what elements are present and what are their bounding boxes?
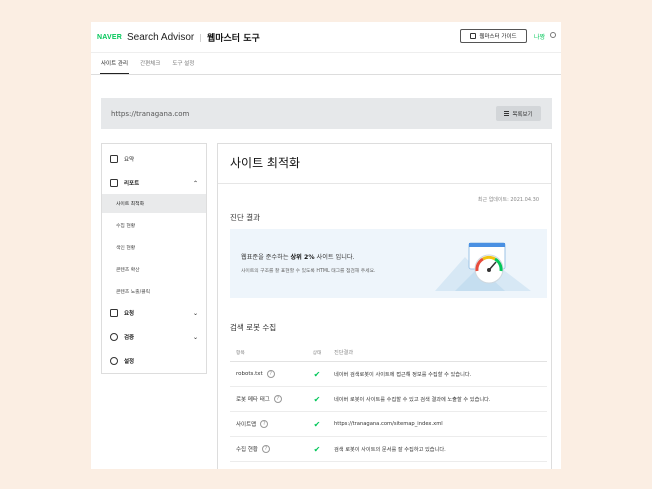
user-menu[interactable]: 나짱 (534, 32, 545, 41)
table-row: 사이트맵? ✔ https://tranagana.com/sitemap_in… (230, 412, 547, 437)
table-row: 수집 현황? ✔ 검색 로봇이 사이트의 문서를 잘 수집하고 있습니다. (230, 437, 547, 462)
sidebar-item-summary[interactable]: 요약 (102, 150, 206, 168)
row-status: ✔ (303, 420, 331, 429)
table-row: 로봇 메타 태그? ✔ 네이버 로봇이 사이트를 수집할 수 있고 검색 결과에… (230, 387, 547, 412)
help-icon[interactable]: ? (262, 445, 270, 453)
report-chart-icon (110, 179, 118, 187)
top-header: NAVER Search Advisor | 웹마스터 도구 웹마스터 가이드 … (91, 22, 561, 52)
checkmark-icon: ✔ (313, 419, 321, 429)
robot-crawl-table: 항목 상태 진단결과 robots.txt? ✔ 네이버 검색로봇이 사이트에 … (230, 344, 547, 462)
row-result: 네이버 검색로봇이 사이트에 접근해 정보를 수집할 수 있습니다. (334, 371, 472, 378)
sidebar-item-label: 요약 (124, 157, 135, 163)
item-label: 로봇 메타 태그 (236, 397, 270, 403)
result-suffix: 사이트 입니다. (314, 254, 355, 261)
sidebar-item-label: 설정 (124, 359, 135, 365)
row-status: ✔ (303, 370, 331, 379)
table-row: robots.txt? ✔ 네이버 검색로봇이 사이트에 접근해 정보를 수집할… (230, 362, 547, 387)
checkmark-icon: ✔ (313, 369, 321, 379)
checkmark-icon: ✔ (313, 444, 321, 454)
chevron-up-icon: ⌃ (192, 179, 198, 187)
checkmark-icon: ✔ (313, 394, 321, 404)
main-tabs: 사이트 관리 간편체크 도구 설정 (91, 52, 561, 75)
user-chevron-icon[interactable] (550, 32, 556, 38)
refresh-icon (110, 333, 118, 341)
last-updated: 최근 업데이트: 2021.04.30 (477, 197, 539, 203)
page-title: 사이트 최적화 (230, 156, 301, 170)
col-status: 상태 (312, 351, 322, 356)
tab-tool-settings[interactable]: 도구 설정 (171, 53, 195, 74)
col-result: 진단결과 (334, 350, 354, 356)
sidebar-item-report[interactable]: 리포트 ⌃ (102, 174, 206, 192)
webmaster-window: NAVER Search Advisor | 웹마스터 도구 웹마스터 가이드 … (91, 22, 561, 469)
chevron-down-icon: ⌄ (192, 333, 198, 341)
sidebar-sub-content-exposure[interactable]: 콘텐츠 노출/클릭 (102, 282, 206, 301)
diagnosis-section-title: 진단 결과 (230, 213, 260, 222)
item-label: 사이트맵 (236, 422, 257, 428)
sidebar-item-label: 검증 (124, 335, 135, 341)
row-status: ✔ (303, 395, 331, 404)
sidebar-sub-content-spread[interactable]: 콘텐츠 확산 (102, 260, 206, 279)
help-icon[interactable]: ? (260, 420, 269, 428)
tab-quick-check[interactable]: 간편체크 (139, 53, 161, 74)
title-divider (218, 183, 551, 184)
clipboard-icon (110, 155, 118, 163)
result-prefix: 웹표준을 준수하는 (241, 254, 291, 261)
header-divider: | (199, 32, 202, 42)
table-header: 항목 상태 진단결과 (230, 344, 547, 362)
sidebar-item-label: 리포트 (124, 181, 140, 187)
product-name[interactable]: Search Advisor (127, 32, 194, 43)
result-headline: 웹표준을 준수하는 상위 2% 사이트 입니다. (241, 252, 355, 261)
list-view-button[interactable]: 목록보기 (496, 106, 541, 121)
sidebar-item-settings[interactable]: 설정 (102, 352, 206, 370)
diagnosis-result-box: 웹표준을 준수하는 상위 2% 사이트 입니다. 사이트의 구조를 잘 표현할 … (230, 229, 547, 298)
row-result: 네이버 로봇이 사이트를 수집할 수 있고 검색 결과에 노출할 수 있습니다. (334, 396, 491, 403)
main-panel: 사이트 최적화 최근 업데이트: 2021.04.30 진단 결과 웹표준을 준… (217, 143, 552, 469)
tool-title[interactable]: 웹마스터 도구 (207, 31, 260, 44)
list-button-label: 목록보기 (512, 111, 533, 118)
row-status: ✔ (303, 445, 331, 454)
gear-icon (110, 357, 118, 365)
help-icon[interactable]: ? (266, 370, 275, 378)
item-label: 수집 현황 (236, 447, 258, 453)
row-result-sitemap-link[interactable]: https://tranagana.com/sitemap_index.xml (331, 421, 547, 427)
left-sidebar: 요약 리포트 ⌃ 사이트 최적화 수집 현황 색인 현황 콘텐츠 확산 콘텐츠 … (101, 143, 207, 374)
item-label: robots.txt (236, 371, 263, 377)
sidebar-sub-crawl-status[interactable]: 수집 현황 (102, 216, 206, 235)
webmaster-guide-button[interactable]: 웹마스터 가이드 (460, 29, 527, 43)
tab-site-management[interactable]: 사이트 관리 (100, 53, 130, 74)
row-item: 수집 현황? (230, 445, 303, 453)
site-url: https://tranagana.com (111, 109, 190, 118)
list-icon (504, 111, 510, 116)
row-result: 검색 로봇이 사이트의 문서를 잘 수집하고 있습니다. (334, 446, 446, 453)
chevron-down-icon: ⌄ (192, 309, 198, 317)
sidebar-sub-site-optimization[interactable]: 사이트 최적화 (102, 194, 206, 213)
row-item: robots.txt? (230, 370, 303, 378)
row-item: 로봇 메타 태그? (230, 395, 303, 403)
book-icon (470, 33, 477, 39)
result-subtext: 사이트의 구조를 잘 표현할 수 있도록 HTML 태그를 점검해 주세요. (241, 269, 376, 274)
row-item: 사이트맵? (230, 420, 303, 428)
sidebar-sub-index-status[interactable]: 색인 현황 (102, 238, 206, 257)
col-item: 항목 (236, 351, 245, 356)
speedometer-illustration (435, 242, 531, 291)
sidebar-item-label: 요청 (124, 311, 135, 317)
site-selector-bar: https://tranagana.com 목록보기 (101, 98, 552, 129)
guide-label: 웹마스터 가이드 (479, 34, 517, 40)
naver-logo[interactable]: NAVER (97, 34, 122, 41)
robot-crawl-section-title: 검색 로봇 수집 (230, 323, 277, 332)
help-icon[interactable]: ? (273, 395, 282, 403)
sidebar-item-verify[interactable]: 검증 ⌄ (102, 328, 206, 346)
sidebar-item-request[interactable]: 요청 ⌄ (102, 304, 206, 322)
result-highlight: 상위 2% (290, 254, 315, 261)
request-check-icon (110, 309, 118, 317)
